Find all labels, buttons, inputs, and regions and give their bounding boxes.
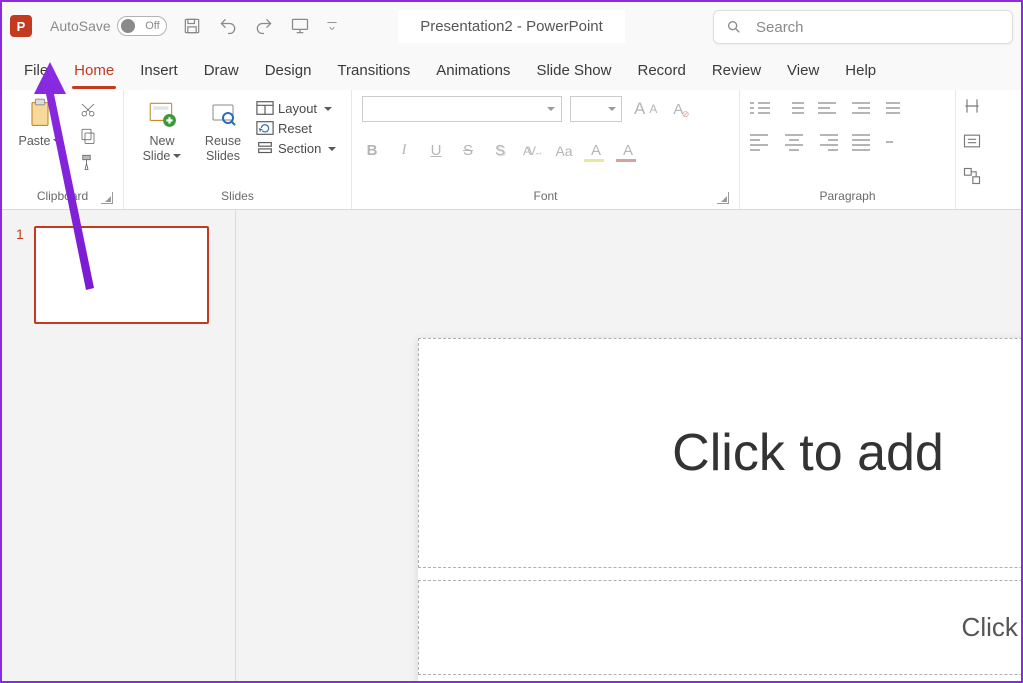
font-size-select[interactable] <box>570 96 622 122</box>
search-placeholder: Search <box>756 19 804 36</box>
align-right-icon[interactable] <box>818 134 838 152</box>
subtitle-placeholder-text: Click to add subtitle <box>962 612 1021 643</box>
bullets-icon[interactable] <box>750 102 770 120</box>
tab-file[interactable]: File <box>24 56 48 85</box>
font-family-select[interactable] <box>362 96 562 122</box>
toggle-knob <box>121 19 135 33</box>
group-editing-stack <box>956 90 988 209</box>
autosave-toggle[interactable]: Off <box>117 16 167 36</box>
tab-draw[interactable]: Draw <box>204 56 239 85</box>
section-button[interactable]: Section <box>256 140 336 156</box>
bold-icon[interactable]: B <box>362 142 382 159</box>
group-clipboard: Paste Clipboard <box>2 90 124 209</box>
thumbnail-pane[interactable]: 1 <box>2 210 236 681</box>
tab-home[interactable]: Home <box>74 56 114 85</box>
align-center-icon[interactable] <box>784 134 804 152</box>
qat-more-icon[interactable] <box>325 15 339 37</box>
paste-button[interactable]: Paste <box>12 96 68 149</box>
document-title: Presentation2 - PowerPoint <box>398 10 625 43</box>
char-spacing-icon[interactable]: AV↔ <box>522 144 542 158</box>
tab-design[interactable]: Design <box>265 56 312 85</box>
shrink-font-icon[interactable]: A <box>649 102 657 116</box>
new-slide-icon <box>147 98 177 130</box>
paste-label: Paste <box>19 134 62 149</box>
grow-font-icon[interactable]: A <box>634 99 645 119</box>
slide-canvas-area[interactable]: Click to add Click to add subtitle <box>236 210 1021 681</box>
tab-help[interactable]: Help <box>845 56 876 85</box>
reuse-slides-label: Reuse Slides <box>205 134 241 164</box>
clear-format-icon[interactable]: A⊘ <box>673 101 683 118</box>
new-slide-label: New Slide <box>143 134 182 164</box>
search-box[interactable]: Search <box>713 10 1013 44</box>
highlight-icon[interactable]: A <box>586 142 606 159</box>
tab-slideshow[interactable]: Slide Show <box>536 56 611 85</box>
tab-transitions[interactable]: Transitions <box>337 56 410 85</box>
tab-animations[interactable]: Animations <box>436 56 510 85</box>
ribbon-tabs: File Home Insert Draw Design Transitions… <box>2 50 1021 90</box>
group-slides: New Slide Reuse Slides Layout Reset <box>124 90 352 209</box>
italic-icon[interactable]: I <box>394 142 414 159</box>
underline-icon[interactable]: U <box>426 142 446 159</box>
cut-icon[interactable] <box>76 100 100 120</box>
layout-button[interactable]: Layout <box>256 100 336 116</box>
align-left-icon[interactable] <box>750 134 770 152</box>
tab-insert[interactable]: Insert <box>140 56 178 85</box>
text-direction-icon[interactable] <box>962 96 982 119</box>
line-spacing-icon[interactable] <box>886 102 906 120</box>
slides-label: Slides <box>134 189 341 207</box>
app-letter: P <box>17 19 26 34</box>
paragraph-label: Paragraph <box>750 189 945 207</box>
columns-icon[interactable] <box>886 134 906 152</box>
group-paragraph: Paragraph <box>740 90 956 209</box>
decrease-indent-icon[interactable] <box>818 102 838 120</box>
smartart-icon[interactable] <box>962 166 982 189</box>
slide-thumbnail-1[interactable] <box>34 226 209 324</box>
present-icon[interactable] <box>289 15 311 37</box>
quick-access-toolbar <box>181 15 339 37</box>
copy-icon[interactable] <box>76 126 100 146</box>
justify-icon[interactable] <box>852 134 872 152</box>
search-icon <box>726 19 742 35</box>
title-placeholder[interactable]: Click to add <box>418 338 1021 568</box>
reuse-slides-button[interactable]: Reuse Slides <box>198 96 248 164</box>
app-icon: P <box>10 15 32 37</box>
reuse-slides-icon <box>208 98 238 130</box>
redo-icon[interactable] <box>253 15 275 37</box>
increase-indent-icon[interactable] <box>852 102 872 120</box>
clipboard-dialog-launcher[interactable] <box>101 192 113 204</box>
numbering-icon[interactable] <box>784 102 804 120</box>
slide-canvas[interactable]: Click to add Click to add subtitle <box>418 338 1021 681</box>
new-slide-button[interactable]: New Slide <box>134 96 190 164</box>
change-case-icon[interactable]: Aa <box>554 143 574 159</box>
format-painter-icon[interactable] <box>76 152 100 172</box>
autosave-state: Off <box>145 20 159 32</box>
tab-review[interactable]: Review <box>712 56 761 85</box>
font-dialog-launcher[interactable] <box>717 192 729 204</box>
reset-button[interactable]: Reset <box>256 120 336 136</box>
tab-record[interactable]: Record <box>637 56 685 85</box>
tab-view[interactable]: View <box>787 56 819 85</box>
undo-icon[interactable] <box>217 15 239 37</box>
strike-icon[interactable]: S <box>458 142 478 159</box>
paste-icon <box>25 98 55 130</box>
group-font: A A A⊘ B I U S S AV↔ Aa A A Font <box>352 90 740 209</box>
font-label: Font <box>362 189 729 207</box>
subtitle-placeholder[interactable]: Click to add subtitle <box>418 580 1021 675</box>
align-text-icon[interactable] <box>962 131 982 154</box>
ribbon: Paste Clipboard New Slide <box>2 90 1021 210</box>
workspace: 1 Click to add Click to add subtitle <box>2 210 1021 681</box>
title-bar: P AutoSave Off Presentation2 - PowerPoin… <box>2 2 1021 50</box>
shadow-icon[interactable]: S <box>490 142 510 159</box>
autosave-label: AutoSave <box>50 18 111 34</box>
slide-1-number: 1 <box>16 226 24 242</box>
save-icon[interactable] <box>181 15 203 37</box>
title-placeholder-text: Click to add <box>672 423 944 483</box>
clipboard-label: Clipboard <box>12 189 113 207</box>
font-color-icon[interactable]: A <box>618 142 638 159</box>
